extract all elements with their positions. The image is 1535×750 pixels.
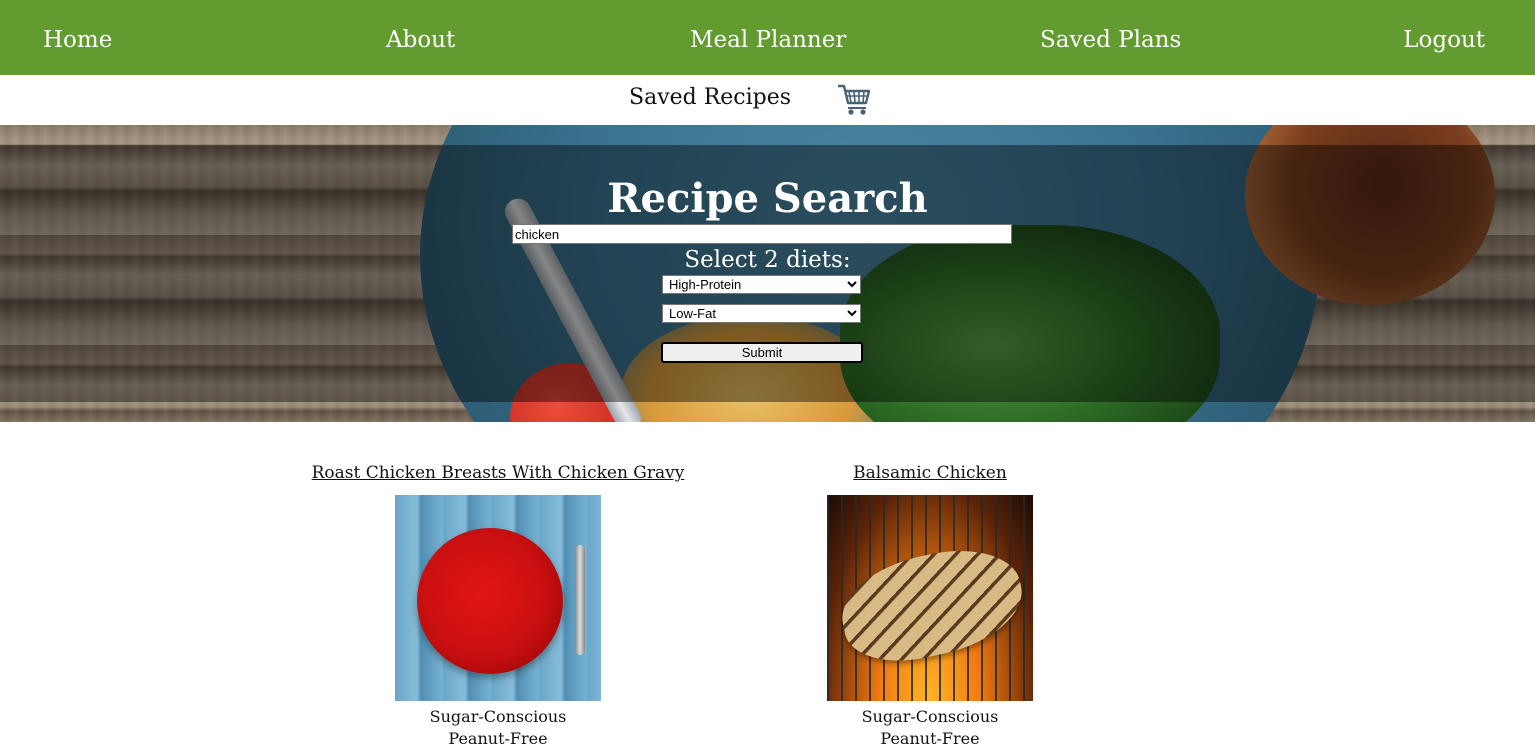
sub-navbar: Saved Recipes: [0, 75, 1535, 125]
saved-recipes-link[interactable]: Saved Recipes: [629, 85, 791, 110]
recipe-search-hero: Recipe Search Select 2 diets: High-Prote…: [0, 125, 1535, 422]
shopping-cart-icon[interactable]: [836, 81, 872, 117]
nav-meal-planner-link[interactable]: Meal Planner: [690, 0, 846, 75]
recipe-image[interactable]: [827, 495, 1033, 701]
recipe-tag: Sugar-Conscious: [429, 707, 567, 726]
recipe-image[interactable]: [395, 495, 601, 701]
top-navbar: Home About Meal Planner Saved Plans Logo…: [0, 0, 1535, 75]
diet-select-2[interactable]: Low-Fat: [662, 304, 861, 323]
recipe-tag: Sugar-Conscious: [861, 707, 999, 726]
recipe-tag: Peanut-Free: [880, 729, 980, 748]
recipe-result-card: Roast Chicken Breasts With Chicken Gravy…: [288, 460, 708, 750]
recipe-tags: Sugar-Conscious Peanut-Free: [288, 706, 708, 750]
recipe-search-title: Recipe Search: [607, 175, 928, 222]
diet-select-1[interactable]: High-Protein: [662, 275, 861, 294]
nav-about-link[interactable]: About: [386, 0, 455, 75]
recipe-tag: Peanut-Free: [448, 729, 548, 748]
nav-home-link[interactable]: Home: [43, 0, 112, 75]
nav-saved-plans-link[interactable]: Saved Plans: [1040, 0, 1181, 75]
search-input[interactable]: [512, 224, 1012, 244]
recipe-result-card: Balsamic Chicken Sugar-Conscious Peanut-…: [720, 460, 1140, 750]
recipe-tags: Sugar-Conscious Peanut-Free: [720, 706, 1140, 750]
red-plate-photo: [417, 528, 563, 674]
nav-logout-link[interactable]: Logout: [1403, 0, 1485, 75]
spoon-photo-detail: [575, 545, 585, 655]
submit-button[interactable]: Submit: [661, 342, 863, 363]
recipe-title-link[interactable]: Roast Chicken Breasts With Chicken Gravy: [312, 463, 685, 483]
diet-select-label: Select 2 diets:: [684, 247, 851, 273]
recipe-title-link[interactable]: Balsamic Chicken: [853, 463, 1007, 483]
